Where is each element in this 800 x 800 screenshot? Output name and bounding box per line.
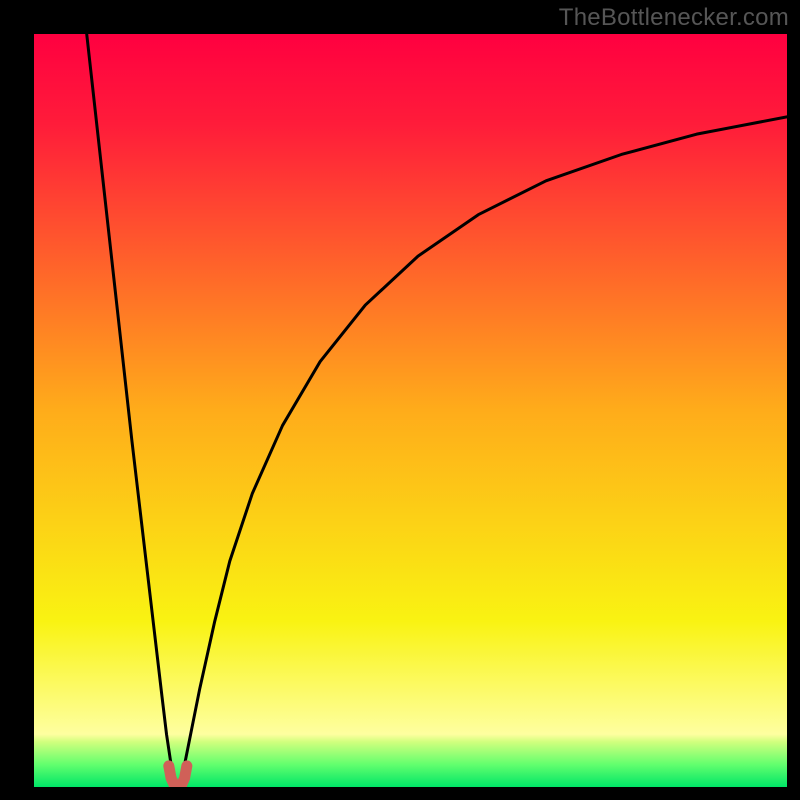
attribution-text: TheBottlenecker.com	[559, 4, 789, 32]
plot-frame	[34, 34, 787, 787]
